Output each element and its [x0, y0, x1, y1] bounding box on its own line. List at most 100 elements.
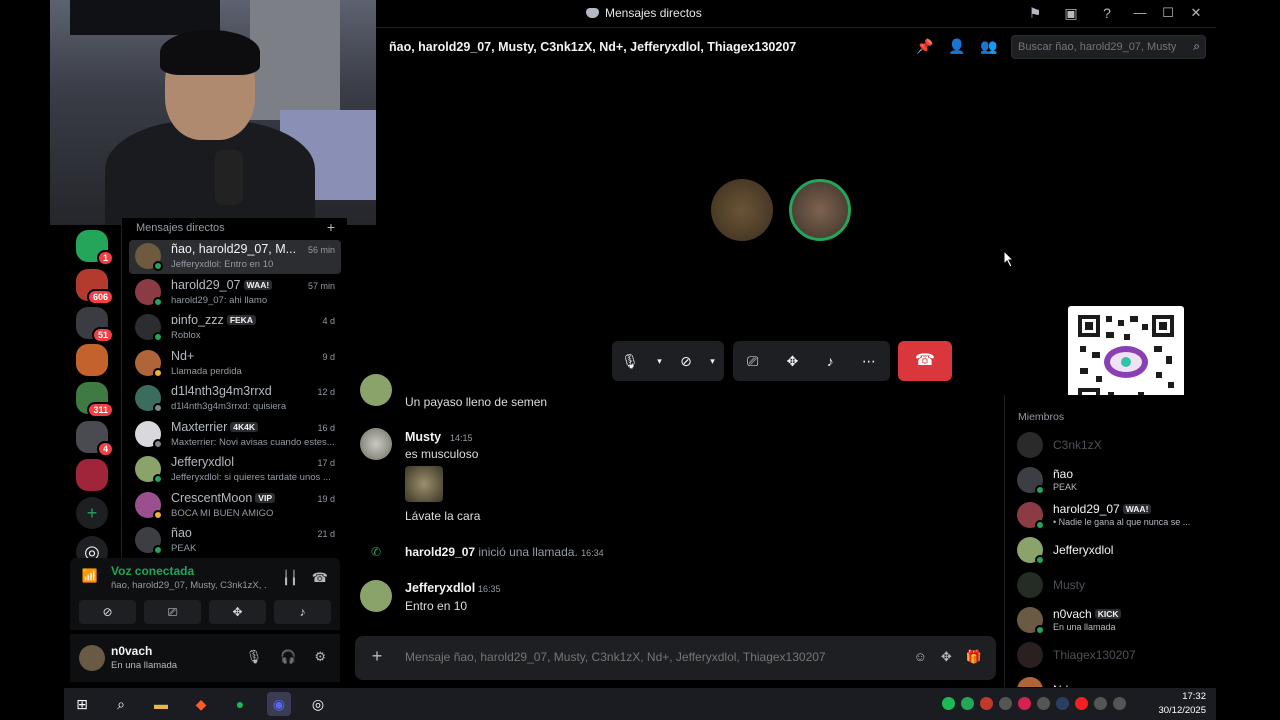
- emoji-icon[interactable]: ☺: [914, 649, 927, 665]
- screen-share-icon[interactable]: ⎚: [747, 353, 758, 370]
- soundboard-icon[interactable]: ♪: [827, 353, 834, 369]
- server-icon[interactable]: 311: [76, 382, 114, 418]
- dm-avatar[interactable]: [135, 385, 163, 413]
- call-participant-avatar[interactable]: [711, 179, 773, 241]
- member-list-icon[interactable]: 👥: [980, 38, 997, 55]
- member-avatar[interactable]: [1017, 642, 1043, 668]
- message-avatar[interactable]: [360, 580, 392, 612]
- message-author[interactable]: Musty: [405, 430, 441, 444]
- gift-icon[interactable]: 🎁: [966, 649, 982, 665]
- network-tray-icon[interactable]: [1094, 697, 1107, 710]
- disconnect-icon[interactable]: ☎: [312, 570, 328, 586]
- dm-list-item[interactable]: Jefferyxdlol Jefferyxdlol: si quieres tar…: [129, 453, 341, 487]
- dm-list-item[interactable]: ñao PEAK 21 d: [129, 524, 341, 558]
- file-explorer-icon[interactable]: ▬: [149, 692, 173, 716]
- dm-list-item[interactable]: ñao, harold29_07, M... Jefferyxdlol: Entr…: [129, 240, 341, 274]
- camera-toggle-button[interactable]: ⊘: [79, 600, 136, 624]
- member-avatar[interactable]: [1017, 572, 1043, 598]
- member-list-item[interactable]: ñao PEAK: [1017, 465, 1212, 495]
- dm-list-item[interactable]: CrescentMoon VIP BOCA MI BUEN AMIGO 19 d: [129, 489, 341, 523]
- dm-avatar[interactable]: [135, 243, 163, 271]
- voice-channel-name[interactable]: ñao, harold29_07, Musty, C3nk1zX, ...: [111, 580, 266, 591]
- brave-browser-icon[interactable]: ◆: [189, 692, 213, 716]
- dm-list-item[interactable]: ɒinfo_zzz FEKA Roblox 4 d: [129, 311, 341, 345]
- member-list-item[interactable]: C3nk1zX: [1017, 430, 1212, 460]
- taskbar-clock[interactable]: 17:32 30/12/2025: [1158, 690, 1206, 718]
- add-server-button[interactable]: +: [76, 497, 108, 529]
- member-avatar[interactable]: [1017, 537, 1045, 565]
- hang-up-button[interactable]: ☎: [898, 341, 952, 381]
- steam-tray-icon[interactable]: [1056, 697, 1069, 710]
- camera-off-icon[interactable]: ⊘: [680, 353, 692, 370]
- dm-avatar[interactable]: [135, 278, 163, 307]
- member-avatar[interactable]: [1017, 607, 1045, 635]
- member-list-item[interactable]: Thiagex130207: [1017, 640, 1212, 670]
- more-options-icon[interactable]: ⋯: [862, 353, 876, 370]
- attach-plus-icon[interactable]: +: [369, 647, 385, 665]
- search-input[interactable]: [1012, 36, 1182, 58]
- flag-icon[interactable]: ⚑: [1026, 4, 1044, 22]
- member-avatar[interactable]: [1017, 502, 1045, 530]
- call-participant-avatar-speaking[interactable]: [789, 179, 851, 241]
- chevron-down-icon[interactable]: ▾: [657, 356, 662, 367]
- dm-list-item[interactable]: Maxterrier 4K4K Maxterrier: Novi avisas cu…: [129, 418, 341, 452]
- server-icon[interactable]: 51: [76, 307, 114, 343]
- dm-list-item[interactable]: d1l4nth3g4m3rrxd d1l4nth3g4m3rrxd: quisie…: [129, 382, 341, 416]
- microphone-icon[interactable]: 🎙: [246, 649, 263, 665]
- close-button[interactable]: ✕: [1186, 4, 1206, 22]
- volume-tray-icon[interactable]: [1113, 697, 1126, 710]
- inbox-icon[interactable]: ▣: [1062, 4, 1080, 22]
- help-icon[interactable]: ?: [1098, 4, 1116, 22]
- dm-list-item[interactable]: harold29_07 WAA! harold29_07: ahi llamo 57 …: [129, 276, 341, 310]
- noise-suppression-icon[interactable]: ╽╽: [282, 570, 298, 586]
- dm-avatar[interactable]: [135, 420, 163, 449]
- dm-list-item[interactable]: Nd+ Llamada perdida 9 d: [129, 347, 341, 381]
- member-list-item[interactable]: harold29_07 WAA! • Nadie le gana al que nu…: [1017, 500, 1212, 530]
- discord-taskbar-icon[interactable]: ◉: [267, 692, 291, 716]
- server-icon[interactable]: 4: [76, 421, 114, 457]
- server-icon[interactable]: [76, 344, 108, 376]
- search-box[interactable]: ⌕: [1011, 35, 1206, 59]
- app-tray-icon[interactable]: [1018, 697, 1031, 710]
- spotify-icon[interactable]: ●: [228, 692, 252, 716]
- dm-avatar[interactable]: [135, 491, 163, 520]
- user-avatar[interactable]: [79, 645, 105, 671]
- search-icon[interactable]: ⌕: [109, 692, 133, 716]
- user-name[interactable]: n0vach: [111, 644, 152, 658]
- dm-avatar[interactable]: [135, 456, 163, 484]
- dm-avatar[interactable]: [135, 314, 163, 342]
- new-dm-icon[interactable]: +: [327, 219, 335, 235]
- obs-tray-icon[interactable]: [999, 697, 1012, 710]
- message-sticker-image[interactable]: [405, 466, 443, 502]
- member-list-item[interactable]: Jefferyxdlol: [1017, 535, 1212, 565]
- maximize-button[interactable]: ☐: [1158, 4, 1178, 22]
- call-starter-name[interactable]: harold29_07: [405, 545, 475, 559]
- microphone-icon[interactable]: 🎙: [621, 353, 639, 370]
- server-icon[interactable]: 606: [76, 269, 114, 305]
- chevron-down-icon[interactable]: ▾: [710, 356, 715, 367]
- dm-avatar[interactable]: [135, 527, 163, 555]
- headphones-icon[interactable]: 🎧: [280, 649, 296, 665]
- obs-icon[interactable]: ◎: [306, 692, 330, 716]
- member-avatar[interactable]: [1017, 432, 1043, 458]
- settings-icon[interactable]: ⚙: [314, 649, 326, 665]
- signal-icon[interactable]: 📶: [80, 568, 100, 588]
- screen-share-button[interactable]: ⎚: [144, 600, 201, 624]
- server-icon[interactable]: 1: [76, 230, 114, 266]
- message-avatar[interactable]: [360, 374, 392, 406]
- message-input[interactable]: [405, 646, 885, 668]
- app-tray-icon[interactable]: [1037, 697, 1050, 710]
- apps-icon[interactable]: ✥: [941, 649, 952, 665]
- member-list-item[interactable]: n0vach KICK En una llamada: [1017, 605, 1212, 635]
- status-tray-icon[interactable]: [961, 697, 974, 710]
- pin-icon[interactable]: 📌: [916, 38, 933, 55]
- member-list-item[interactable]: Musty: [1017, 570, 1212, 600]
- mic-tray-icon[interactable]: [980, 697, 993, 710]
- member-avatar[interactable]: [1017, 677, 1043, 687]
- dm-avatar[interactable]: [135, 349, 163, 378]
- windows-start-icon[interactable]: ⊞: [70, 692, 94, 716]
- activities-button[interactable]: ✥: [209, 600, 266, 624]
- member-list-item[interactable]: Nd+: [1017, 675, 1212, 687]
- activities-icon[interactable]: ✥: [787, 353, 799, 370]
- member-avatar[interactable]: [1017, 467, 1045, 495]
